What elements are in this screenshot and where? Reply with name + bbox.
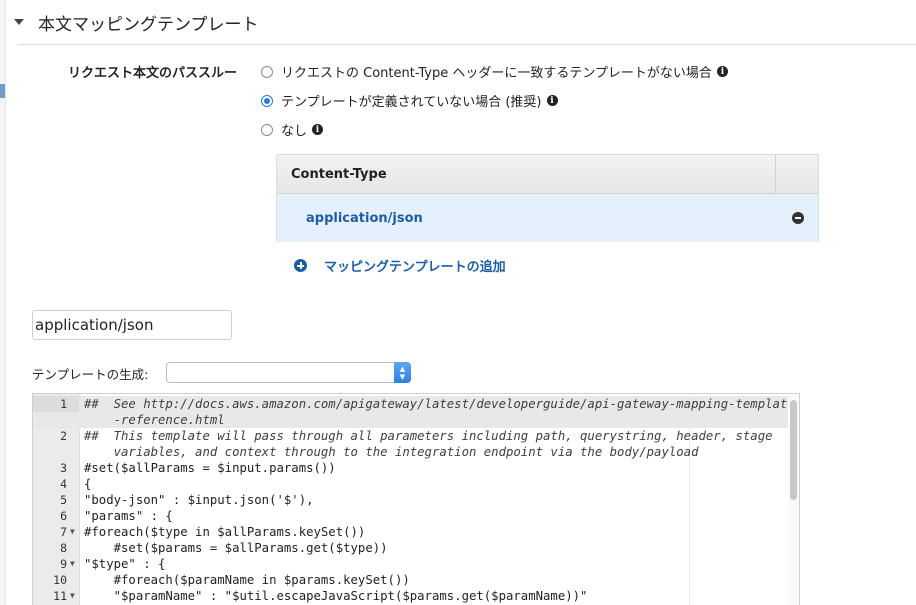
code-line[interactable]: -reference.html: [33, 412, 790, 428]
code-text: "body-json" : $input.json('$'),: [84, 493, 314, 507]
radio-label: なし: [281, 124, 308, 139]
add-icon: [294, 259, 307, 272]
template-generator-label: テンプレートの生成:: [32, 367, 149, 382]
code-line[interactable]: 11 ▼ "$paramName" : "$util.escapeJavaScri…: [33, 588, 790, 604]
content-type-table-header: Content-Type: [277, 155, 818, 194]
code-line[interactable]: 9 ▼ "$type" : {: [33, 556, 790, 572]
collapse-caret-icon[interactable]: [14, 19, 24, 25]
editor-lines[interactable]: 1 ## See http://docs.aws.amazon.com/apiga…: [33, 396, 795, 604]
code-text: #foreach($paramName in $params.keySet()): [84, 573, 410, 587]
code-text: #set($params = $allParams.get($type)): [84, 541, 388, 555]
passthrough-label: リクエスト本文のパススルー: [68, 66, 238, 81]
code-text: "$paramName" : "$util.escapeJavaScript($…: [84, 589, 588, 603]
add-mapping-template-label: マッピングテンプレートの追加: [324, 260, 506, 275]
code-line[interactable]: 1 ## See http://docs.aws.amazon.com/apiga…: [33, 396, 795, 412]
radio-when-no-templates[interactable]: [261, 94, 273, 107]
radio-never[interactable]: [261, 123, 273, 136]
code-line[interactable]: 5 "body-json" : $input.json('$'),: [33, 492, 790, 508]
line-number: 4: [60, 477, 67, 491]
section-title: 本文マッピングテンプレート: [38, 14, 259, 35]
code-line[interactable]: variables, and context through to the in…: [33, 444, 790, 460]
code-line[interactable]: 3 #set($allParams = $input.params()): [33, 460, 790, 476]
radio-when-no-match[interactable]: [261, 65, 273, 78]
remove-icon[interactable]: [792, 212, 804, 224]
code-text: #set($allParams = $input.params()): [84, 461, 336, 475]
code-line[interactable]: 4{: [33, 476, 790, 492]
line-number: 1: [33, 396, 79, 412]
fold-toggle-icon[interactable]: ▼: [70, 588, 75, 604]
code-line[interactable]: 6 "params" : {: [33, 508, 790, 524]
section-divider: [18, 44, 916, 45]
line-number: 6: [60, 509, 67, 523]
code-line[interactable]: 8 #set($params = $allParams.get($type)): [33, 540, 790, 556]
select-arrows-icon[interactable]: ▲ ▼: [394, 362, 411, 383]
table-row[interactable]: application/json: [277, 194, 818, 242]
passthrough-option-when-no-templates[interactable]: テンプレートが定義されていない場合 (推奨) i: [261, 91, 558, 110]
radio-label: リクエストの Content-Type ヘッダーに一致するテンプレートがない場合: [281, 66, 712, 81]
add-mapping-template-button[interactable]: マッピングテンプレートの追加: [294, 256, 506, 275]
fold-toggle-icon[interactable]: ▼: [70, 556, 75, 572]
code-text: ## See http://docs.aws.amazon.com/apigat…: [84, 397, 795, 411]
content-type-link[interactable]: application/json: [277, 211, 423, 226]
fold-toggle-icon[interactable]: ▼: [70, 524, 75, 540]
column-header-actions: [776, 155, 818, 193]
editor-scrollbar[interactable]: [788, 394, 799, 605]
info-icon[interactable]: i: [716, 66, 728, 77]
template-generator-select[interactable]: ▲ ▼: [166, 362, 411, 383]
passthrough-option-never[interactable]: なし i: [261, 120, 324, 139]
section-header[interactable]: 本文マッピングテンプレート: [14, 8, 259, 36]
content-type-input[interactable]: [32, 310, 232, 340]
left-nav-active-marker: [0, 84, 5, 98]
line-number: 3: [60, 461, 67, 475]
info-icon[interactable]: i: [546, 95, 558, 106]
line-number: 10: [53, 573, 67, 587]
code-text: "$type" : {: [84, 557, 166, 571]
line-number: 5: [60, 493, 67, 507]
code-text: #foreach($type in $allParams.keySet()): [84, 525, 366, 539]
line-number: 8: [60, 541, 67, 555]
content-type-table: Content-Type application/json: [276, 154, 819, 242]
code-text: ## This template will pass through all p…: [84, 429, 773, 443]
info-icon[interactable]: i: [312, 124, 324, 135]
scrollbar-thumb[interactable]: [790, 400, 797, 500]
code-text: -reference.html: [84, 413, 225, 427]
code-line[interactable]: 7 ▼ #foreach($type in $allParams.keySet()): [33, 524, 790, 540]
code-editor[interactable]: 1 ## See http://docs.aws.amazon.com/apiga…: [32, 393, 800, 605]
code-line[interactable]: 2 ## This template will pass through all …: [33, 428, 790, 444]
radio-label: テンプレートが定義されていない場合 (推奨): [281, 95, 542, 110]
passthrough-option-when-no-match[interactable]: リクエストの Content-Type ヘッダーに一致するテンプレートがない場合…: [261, 62, 728, 81]
line-number: 2: [60, 429, 67, 443]
code-text: "params" : {: [84, 509, 173, 523]
column-header-content-type: Content-Type: [277, 155, 776, 193]
left-nav-strip: [0, 0, 6, 605]
code-text: variables, and context through to the in…: [84, 445, 699, 459]
code-text: {: [84, 477, 92, 491]
code-line[interactable]: 10 #foreach($paramName in $params.keySet…: [33, 572, 790, 588]
